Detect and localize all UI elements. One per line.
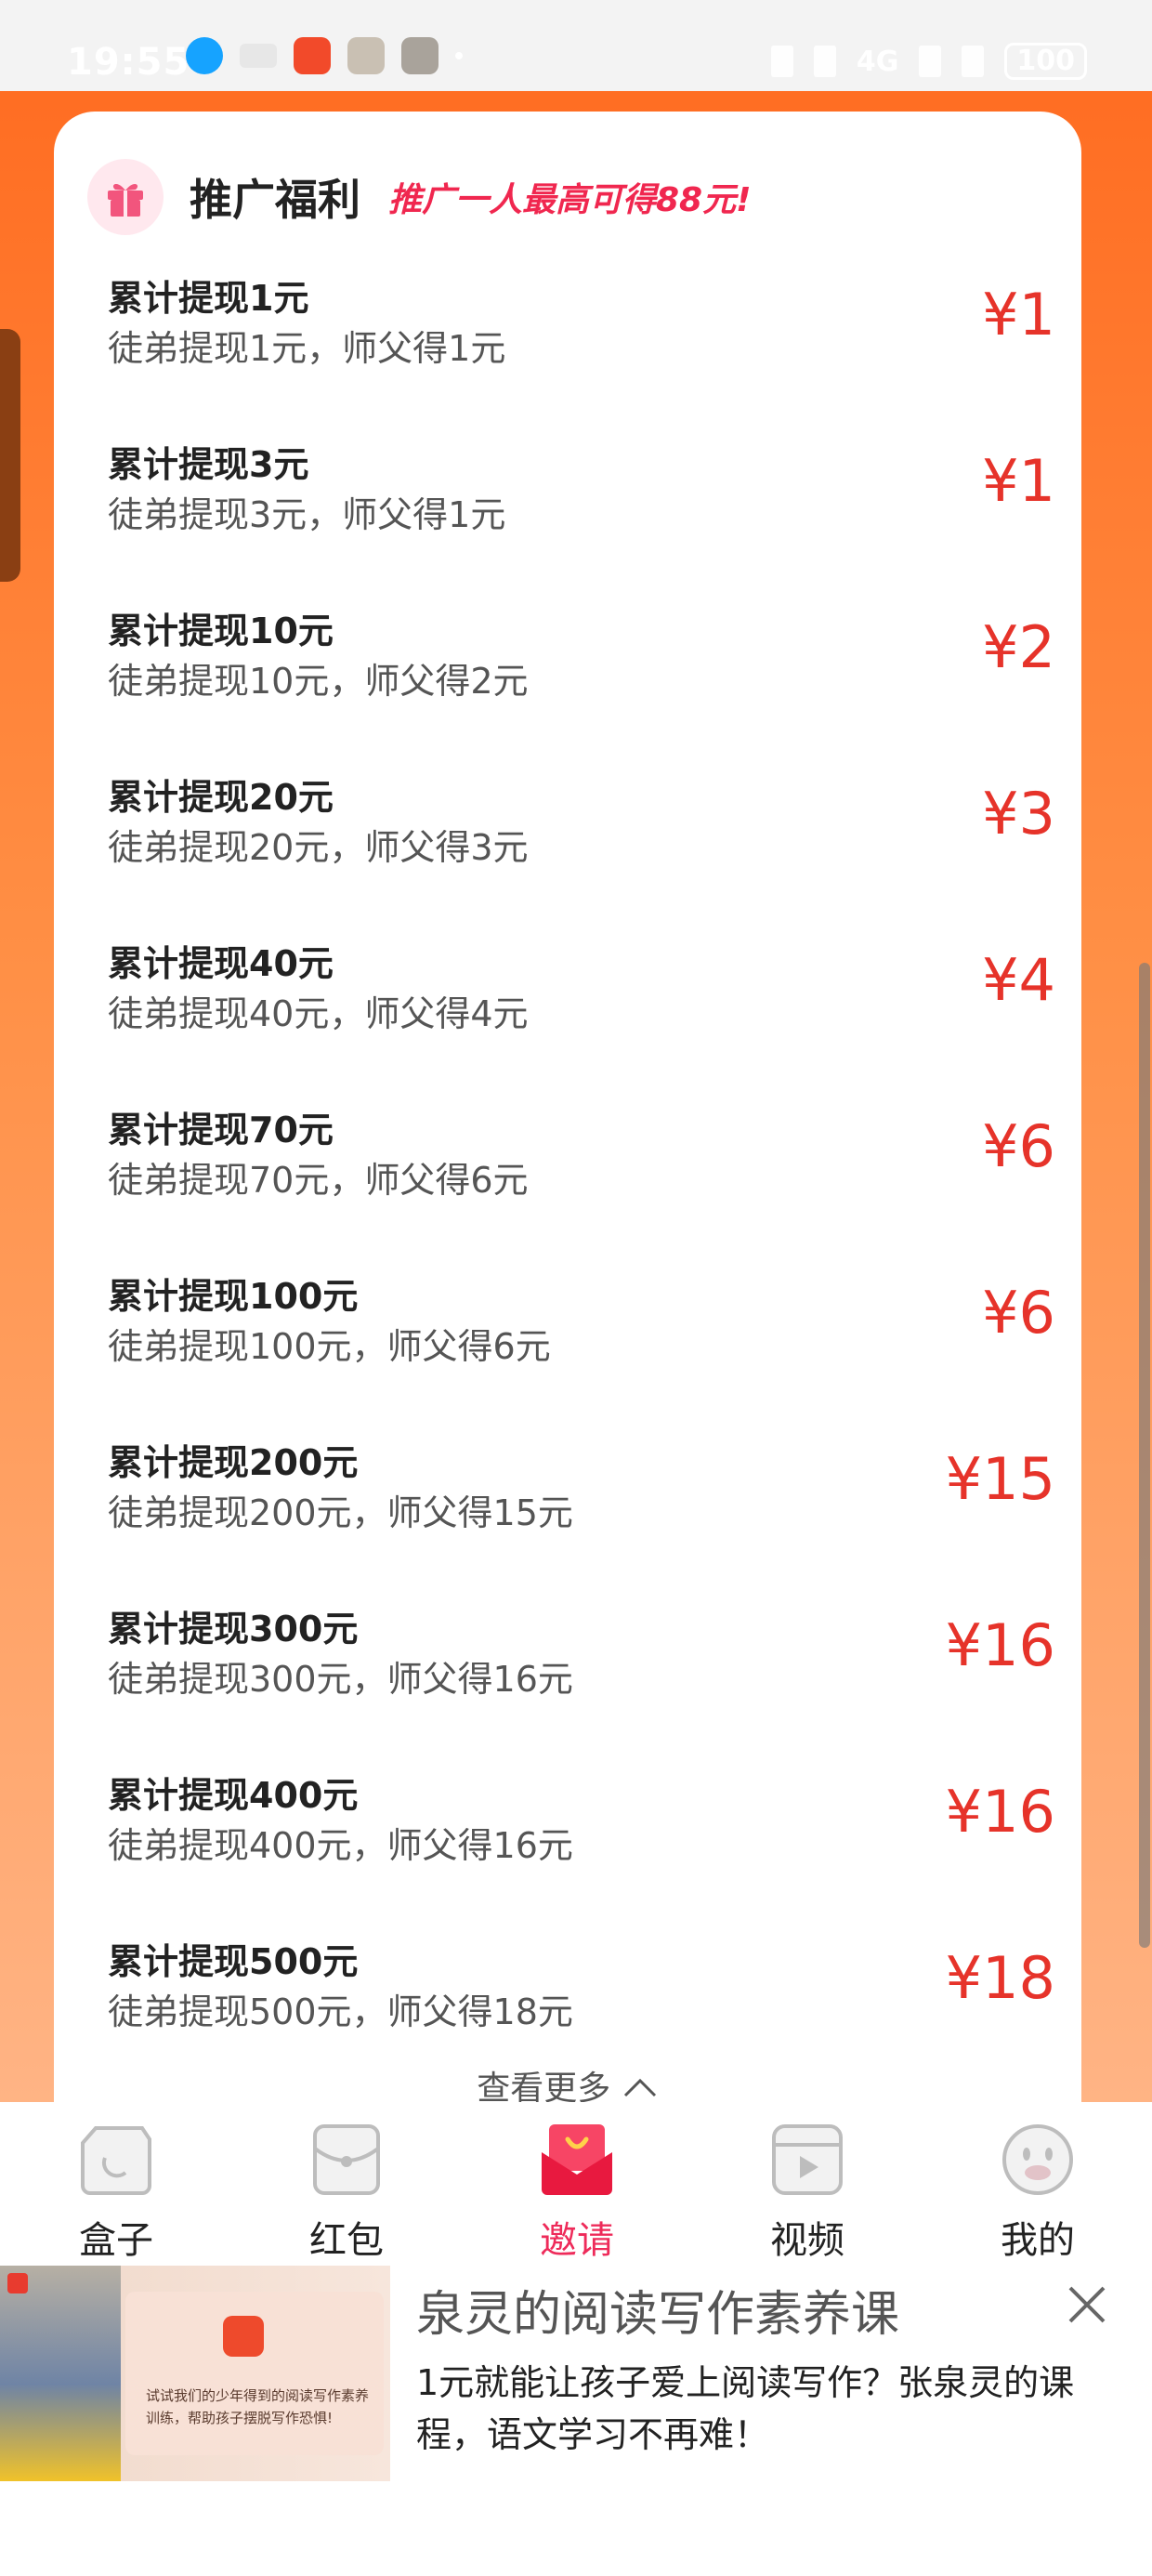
hd-icon (240, 44, 277, 68)
reward-row: 累计提现10元 徒弟提现10元，师父得2元 ¥2 (108, 602, 1055, 769)
reward-amount: ¥6 (982, 1112, 1055, 1180)
battery-icon: 100 (1004, 43, 1087, 80)
reward-amount: ¥1 (982, 447, 1055, 515)
reward-amount: ¥16 (945, 1611, 1055, 1679)
reward-title: 累计提现100元 (108, 1276, 359, 1317)
reward-desc: 徒弟提现300元，师父得16元 (108, 1659, 573, 1700)
status-time: 19:55 (67, 41, 190, 84)
reward-desc: 徒弟提现70元，师父得6元 (108, 1160, 529, 1201)
qq-icon (186, 37, 223, 74)
reward-amount: ¥3 (982, 780, 1055, 848)
reward-desc: 徒弟提现3元，师父得1元 (108, 494, 506, 535)
tab-box[interactable]: 盒子 (37, 2121, 195, 2264)
reward-desc: 徒弟提现200元，师父得15元 (108, 1492, 573, 1533)
promo-subtitle: 推广一人最高可得88元! (388, 181, 752, 219)
status-indicators: 4G 100 (770, 43, 1087, 80)
tab-invite[interactable]: 邀请 (498, 2121, 656, 2264)
video-icon (768, 2121, 846, 2199)
app-thumbnail-icon (401, 37, 439, 74)
reward-desc: 徒弟提现20元，师父得3元 (108, 827, 529, 868)
status-bar: 19:55 4G 100 (0, 0, 1152, 91)
reward-row: 累计提现3元 徒弟提现3元，师父得1元 ¥1 (108, 436, 1055, 602)
reward-title: 累计提现10元 (108, 611, 334, 651)
listen-app-icon (294, 37, 331, 74)
bottom-tab-bar: 盒子 红包 邀请 视频 我的 (0, 2102, 1152, 2266)
reward-amount: ¥18 (945, 1944, 1055, 2012)
app-icon (223, 2316, 264, 2357)
reward-title: 累计提现20元 (108, 777, 334, 818)
more-dot-icon (455, 52, 463, 59)
network-label: 4G (856, 45, 899, 78)
reward-amount: ¥2 (982, 613, 1055, 681)
tab-label: 我的 (1001, 2219, 1075, 2262)
reward-amount: ¥15 (945, 1445, 1055, 1513)
bluetooth-icon (813, 46, 836, 77)
reward-amount: ¥16 (945, 1778, 1055, 1846)
box-icon (77, 2121, 155, 2199)
reward-row: 累计提现1元 徒弟提现1元，师父得1元 ¥1 (108, 269, 1055, 436)
profile-icon (999, 2121, 1077, 2199)
gift-icon (87, 159, 164, 235)
reward-row: 累计提现70元 徒弟提现70元，师父得6元 ¥6 (108, 1101, 1055, 1268)
reward-row: 累计提现40元 徒弟提现40元，师父得4元 ¥4 (108, 935, 1055, 1101)
side-drag-handle[interactable] (0, 329, 20, 582)
reward-amount: ¥4 (982, 946, 1055, 1014)
reward-row: 累计提现400元 徒弟提现400元，师父得16元 ¥16 (108, 1767, 1055, 1933)
ad-presenter-image (0, 2266, 121, 2481)
reward-list: 累计提现1元 徒弟提现1元，师父得1元 ¥1 累计提现3元 徒弟提现3元，师父得… (108, 269, 1055, 2099)
promo-title: 推广福利 (190, 175, 360, 225)
scrollbar[interactable] (1139, 963, 1150, 1948)
sim-icon (770, 46, 793, 77)
reward-desc: 徒弟提现40元，师父得4元 (108, 993, 529, 1034)
reward-title: 累计提现70元 (108, 1110, 334, 1150)
signal-icon (962, 46, 985, 77)
reward-desc: 徒弟提现100元，师父得6元 (108, 1326, 551, 1367)
reward-row: 累计提现100元 徒弟提现100元，师父得6元 ¥6 (108, 1268, 1055, 1434)
reward-title: 累计提现3元 (108, 444, 309, 485)
ad-image-caption: 试试我们的少年得到的阅读写作素养训练，帮助孩子摆脱写作恐惧! (146, 2387, 370, 2426)
notification-icons (186, 37, 463, 74)
reward-desc: 徒弟提现1元，师父得1元 (108, 328, 506, 369)
ad-banner[interactable]: 试试我们的少年得到的阅读写作素养训练，帮助孩子摆脱写作恐惧! 泉灵的阅读写作素养… (0, 2266, 1152, 2481)
close-icon[interactable] (1059, 2277, 1115, 2333)
ad-description[interactable]: 1元就能让孩子爱上阅读写作？张泉灵的课程，语文学习不再难！ (416, 2357, 1141, 2461)
tab-label: 红包 (309, 2219, 384, 2262)
ad-title[interactable]: 泉灵的阅读写作素养课 (416, 2275, 899, 2345)
reward-desc: 徒弟提现10元，师父得2元 (108, 661, 529, 702)
red-envelope-icon (308, 2121, 386, 2199)
tab-label: 邀请 (540, 2219, 614, 2262)
reward-title: 累计提现1元 (108, 278, 309, 319)
reward-desc: 徒弟提现400元，师父得16元 (108, 1825, 573, 1866)
ad-image[interactable]: 试试我们的少年得到的阅读写作素养训练，帮助孩子摆脱写作恐惧! (0, 2266, 390, 2481)
invite-icon (538, 2121, 616, 2199)
reward-row: 累计提现20元 徒弟提现20元，师父得3元 ¥3 (108, 769, 1055, 935)
app-thumbnail-icon (347, 37, 385, 74)
reward-desc: 徒弟提现500元，师父得18元 (108, 1991, 573, 2032)
promo-card: 推广福利 推广一人最高可得88元! 累计提现1元 徒弟提现1元，师父得1元 ¥1… (54, 112, 1081, 2119)
reward-title: 累计提现400元 (108, 1775, 359, 1816)
reward-title: 累计提现300元 (108, 1609, 359, 1649)
tab-label: 视频 (770, 2219, 844, 2262)
tab-red-envelope[interactable]: 红包 (268, 2121, 425, 2264)
ad-image-card: 试试我们的少年得到的阅读写作素养训练，帮助孩子摆脱写作恐惧! (125, 2292, 384, 2455)
reward-title: 累计提现500元 (108, 1941, 359, 1982)
reward-row: 累计提现300元 徒弟提现300元，师父得16元 ¥16 (108, 1600, 1055, 1767)
ad-logo-icon (7, 2273, 28, 2293)
reward-amount: ¥6 (982, 1279, 1055, 1347)
tab-profile[interactable]: 我的 (959, 2121, 1117, 2264)
reward-amount: ¥1 (982, 281, 1055, 348)
promo-header: 推广福利 推广一人最高可得88元! (87, 159, 752, 235)
reward-title: 累计提现40元 (108, 943, 334, 984)
tab-label: 盒子 (79, 2219, 153, 2262)
tab-video[interactable]: 视频 (728, 2121, 886, 2264)
signal-icon (919, 46, 942, 77)
reward-title: 累计提现200元 (108, 1442, 359, 1483)
reward-row: 累计提现200元 徒弟提现200元，师父得15元 ¥15 (108, 1434, 1055, 1600)
